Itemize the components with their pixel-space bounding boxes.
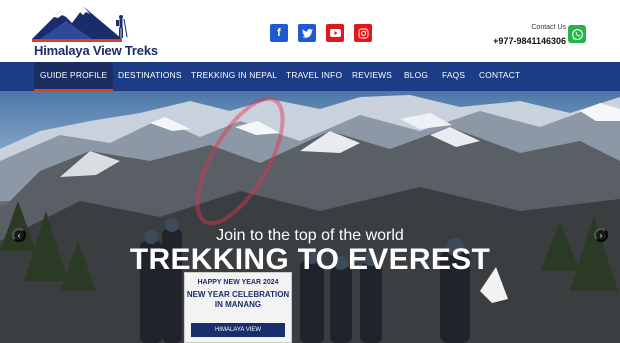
phone-number[interactable]: +977-9841146306 — [493, 36, 566, 46]
nav-item-destinations[interactable]: DESTINATIONS — [118, 62, 182, 91]
nav-item-contact[interactable]: CONTACT — [479, 62, 520, 91]
site-logo[interactable]: Himalaya View Treks — [30, 5, 160, 59]
banner-line-1: HAPPY NEW YEAR 2024 — [197, 279, 279, 286]
social-links: f — [270, 24, 372, 42]
nav-item-guide-profile[interactable]: GUIDE PROFILE — [34, 62, 114, 91]
facebook-icon[interactable]: f — [270, 24, 288, 42]
main-nav: GUIDE PROFILE DESTINATIONS TREKKING IN N… — [0, 62, 620, 91]
mountain-logo-icon — [32, 7, 128, 42]
twitter-icon[interactable] — [298, 24, 316, 42]
site-header: Himalaya View Treks f Contact Us +977-98… — [0, 0, 620, 62]
hero-title: TREKKING TO EVEREST — [129, 243, 491, 276]
hero-background-image — [0, 95, 620, 343]
contact-info: Contact Us +977-9841146306 — [493, 24, 566, 49]
nav-item-travel-info[interactable]: TRAVEL INFO — [286, 62, 342, 91]
instagram-icon[interactable] — [354, 24, 372, 42]
banner-line-2: NEW YEAR CELEBRATION IN MANANG — [186, 290, 290, 309]
hero-slider: Join to the top of the world TREKKING TO… — [0, 91, 620, 343]
banner-line-3: HIMALAYA VIEW — [191, 323, 285, 337]
logo-text: Himalaya View Treks — [34, 43, 158, 58]
slider-next-button[interactable]: › — [594, 228, 608, 242]
nav-item-faqs[interactable]: FAQS — [442, 62, 465, 91]
nav-item-reviews[interactable]: REVIEWS — [352, 62, 392, 91]
nav-item-blog[interactable]: BLOG — [404, 62, 428, 91]
youtube-icon[interactable] — [326, 24, 344, 42]
slider-prev-button[interactable]: ‹ — [12, 228, 26, 242]
whatsapp-icon[interactable] — [568, 25, 586, 43]
contact-label: Contact Us — [531, 24, 566, 31]
celebration-banner: HAPPY NEW YEAR 2024 NEW YEAR CELEBRATION… — [184, 272, 292, 343]
nav-item-trekking-in-nepal[interactable]: TREKKING IN NEPAL — [191, 62, 277, 91]
